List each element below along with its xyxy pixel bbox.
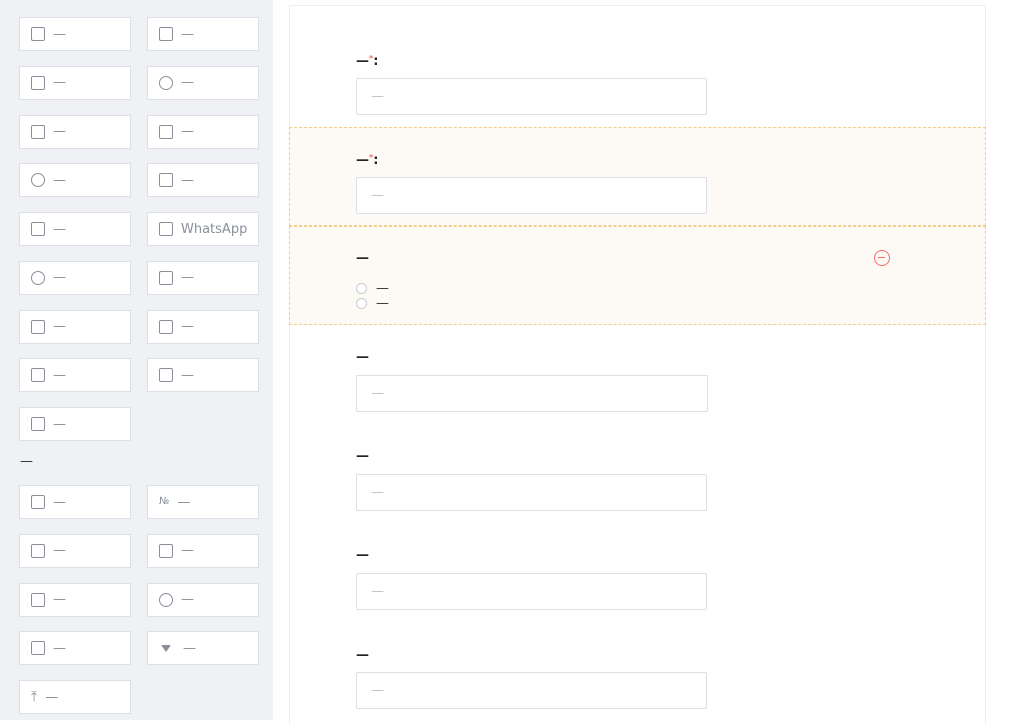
calendar-icon bbox=[31, 543, 45, 558]
palette-chip-label: WhatsApp bbox=[181, 221, 248, 237]
palette-chip[interactable]: — bbox=[147, 260, 259, 295]
palette-chip[interactable]: — bbox=[147, 163, 259, 198]
palette-chip[interactable]: — bbox=[19, 407, 131, 441]
remove-field-icon[interactable] bbox=[874, 250, 890, 266]
monitor-icon bbox=[31, 319, 45, 334]
grid-icon bbox=[159, 222, 173, 236]
checkbox-icon bbox=[31, 641, 45, 656]
palette-chip[interactable]: — bbox=[147, 358, 259, 393]
palette-chip-label: — bbox=[53, 367, 66, 383]
component-palette: — — — — — — — — — WhatsApp — — — — — — — — — № — — — — — — — ⤒ — bbox=[0, 0, 273, 720]
palette-chip[interactable]: — bbox=[19, 582, 131, 617]
palette-chip[interactable]: — bbox=[19, 485, 131, 519]
palette-chip[interactable]: № — bbox=[147, 485, 259, 519]
palette-chip-label: — bbox=[53, 494, 66, 510]
palette-chip-label: — bbox=[53, 270, 66, 286]
document-icon bbox=[159, 270, 173, 285]
country-select[interactable]: — bbox=[356, 375, 708, 412]
palette-chip[interactable]: — bbox=[19, 65, 131, 100]
gender-label: — bbox=[356, 251, 369, 266]
phone-input[interactable]: — bbox=[356, 78, 707, 115]
email-input[interactable]: — bbox=[356, 177, 707, 214]
mail-icon bbox=[31, 124, 45, 139]
palette-chip[interactable]: — bbox=[147, 65, 259, 100]
number-icon: № bbox=[159, 496, 170, 507]
palette-chip-label: — bbox=[53, 543, 66, 559]
palette-chip[interactable]: — bbox=[147, 309, 259, 344]
palette-chip[interactable]: — bbox=[19, 212, 131, 246]
gender-option-female[interactable]: — bbox=[356, 296, 389, 311]
wechat-input[interactable]: — bbox=[356, 573, 707, 610]
wechat-label: — bbox=[356, 548, 369, 563]
company-input[interactable]: — bbox=[356, 474, 707, 511]
palette-chip[interactable]: — bbox=[19, 533, 131, 568]
palette-chip[interactable]: — bbox=[19, 163, 131, 198]
palette-chip[interactable]: — bbox=[19, 17, 131, 51]
palette-chip[interactable]: — bbox=[19, 114, 131, 149]
palette-chip-label: — bbox=[53, 221, 66, 237]
user-icon bbox=[31, 27, 45, 41]
palette-chip[interactable]: — bbox=[19, 260, 131, 295]
location-icon bbox=[31, 270, 45, 285]
palette-chip-label: — bbox=[181, 172, 194, 188]
dropdown-icon bbox=[161, 644, 171, 652]
basic-components-heading: — bbox=[20, 454, 33, 469]
mail-icon bbox=[159, 543, 173, 558]
company-label: — bbox=[356, 449, 369, 464]
palette-chip-label: — bbox=[183, 640, 196, 656]
textarea-icon bbox=[31, 592, 45, 607]
palette-chip-label: — bbox=[53, 640, 66, 656]
org-icon bbox=[31, 222, 45, 236]
industry-label: — bbox=[356, 648, 369, 663]
palette-chip[interactable]: — bbox=[147, 533, 259, 568]
radio-button[interactable] bbox=[356, 283, 367, 294]
industry-select[interactable]: — bbox=[356, 672, 707, 709]
email-label: —*: bbox=[356, 153, 379, 168]
palette-chip[interactable]: WhatsApp bbox=[147, 212, 259, 246]
male-icon bbox=[159, 27, 173, 41]
chat-icon bbox=[31, 173, 45, 188]
palette-chip[interactable]: — bbox=[19, 631, 131, 666]
palette-chip[interactable]: — bbox=[147, 582, 259, 617]
palette-chip-label: — bbox=[181, 26, 194, 42]
radio-button[interactable] bbox=[356, 298, 367, 309]
palette-chip[interactable]: — bbox=[147, 114, 259, 149]
palette-chip-label: — bbox=[177, 494, 191, 510]
palette-chip-label: — bbox=[181, 592, 194, 607]
palette-chip-label: — bbox=[53, 172, 66, 188]
palette-chip-label: — bbox=[53, 319, 66, 334]
palette-chip-label: — bbox=[181, 367, 194, 383]
palette-chip-label: — bbox=[181, 543, 194, 559]
palette-chip[interactable]: ⤒ — bbox=[19, 680, 131, 714]
palette-chip[interactable]: — bbox=[147, 631, 259, 666]
postcode-icon bbox=[159, 319, 173, 334]
file-icon bbox=[31, 495, 45, 509]
palette-chip-label: — bbox=[45, 689, 59, 705]
palette-chip-label: — bbox=[53, 75, 66, 91]
palette-chip[interactable]: — bbox=[19, 309, 131, 344]
department-icon bbox=[31, 417, 45, 431]
upload-icon: ⤒ bbox=[31, 689, 38, 705]
palette-chip-label: — bbox=[53, 26, 66, 42]
palette-chip-label: — bbox=[181, 124, 194, 139]
palette-chip-label: — bbox=[53, 124, 66, 139]
palette-chip-label: — bbox=[181, 270, 194, 286]
region-icon bbox=[159, 124, 173, 139]
flag-icon bbox=[159, 173, 173, 188]
palette-chip-label: — bbox=[181, 319, 194, 334]
gender-option-male[interactable]: — bbox=[356, 281, 389, 296]
palette-chip[interactable]: — bbox=[147, 17, 259, 51]
globe-icon bbox=[159, 75, 173, 90]
palette-chip-label: — bbox=[53, 592, 66, 607]
columns-icon bbox=[159, 368, 173, 383]
briefcase-icon bbox=[31, 368, 45, 383]
phone-label: —*: bbox=[356, 54, 379, 69]
gender-field-block[interactable] bbox=[289, 226, 986, 325]
palette-chip-label: — bbox=[53, 416, 66, 432]
palette-chip-label: — bbox=[181, 75, 194, 91]
radio-icon bbox=[159, 592, 173, 607]
cake-icon bbox=[31, 75, 45, 90]
palette-chip[interactable]: — bbox=[19, 358, 131, 393]
country-region-label: — bbox=[356, 350, 369, 365]
